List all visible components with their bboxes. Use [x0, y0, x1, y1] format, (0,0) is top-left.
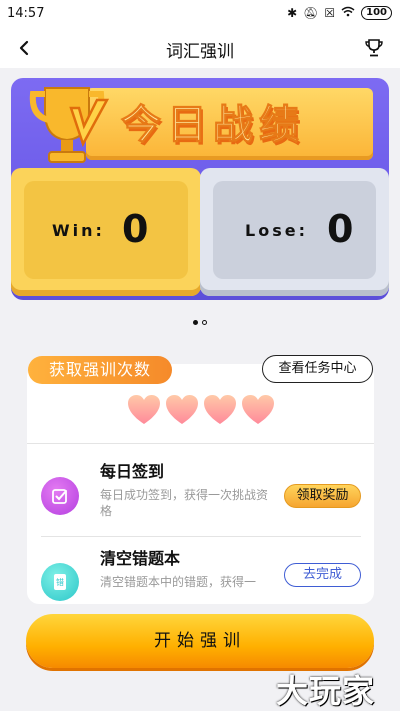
chevron-left-icon	[19, 40, 29, 56]
battery-icon: 100	[361, 6, 392, 20]
task-description: 每日成功签到，获得一次挑战资格	[100, 488, 269, 518]
notebook-icon: 错	[41, 563, 79, 601]
trophy-icon	[365, 39, 383, 57]
win-value: 0	[122, 207, 149, 251]
task-item-clear-mistakes: 错 清空错题本 清空错题本中的错题，获得一 去完成	[27, 537, 374, 604]
task-header-pill: 获取强训次数	[28, 356, 172, 384]
heart-icon	[128, 395, 160, 424]
gold-trophy-icon	[29, 87, 110, 163]
wifi-icon	[341, 6, 355, 20]
task-center-button[interactable]: 查看任务中心	[262, 355, 373, 383]
lose-label: Lose:	[245, 221, 308, 240]
sim-icon: ☒	[324, 6, 336, 20]
mute-icon: 🔕︎	[303, 6, 319, 20]
task-title: 每日签到	[100, 462, 165, 481]
trophy-button[interactable]	[360, 34, 388, 62]
lose-value: 0	[327, 207, 354, 251]
win-label: Win:	[52, 221, 105, 240]
win-panel: Win: 0	[11, 168, 201, 296]
back-button[interactable]	[10, 32, 38, 64]
bluetooth-icon: ✱	[287, 6, 298, 20]
task-item-checkin: 每日签到 每日成功签到，获得一次挑战资格 领取奖励	[27, 444, 374, 534]
start-training-button[interactable]: 开始强训	[26, 614, 374, 668]
pager-dots	[0, 320, 400, 325]
go-complete-button[interactable]: 去完成	[284, 563, 361, 587]
today-record-title: 今日战绩	[121, 102, 305, 149]
status-bar: 14:57 ✱ 🔕︎ ☒ 100	[0, 0, 400, 28]
status-time: 14:57	[7, 6, 45, 21]
heart-icon	[166, 395, 198, 424]
task-title: 清空错题本	[100, 549, 181, 568]
nav-bar: 词汇强训	[0, 28, 400, 68]
svg-text:错: 错	[56, 577, 64, 587]
task-card: 每日签到 每日成功签到，获得一次挑战资格 领取奖励 错 清空错题本 清空错题本中…	[27, 364, 374, 604]
pager-dot-active[interactable]	[193, 320, 198, 325]
task-description: 清空错题本中的错题，获得一	[100, 575, 257, 589]
status-icons: ✱ 🔕︎ ☒ 100	[287, 6, 392, 20]
pager-dot[interactable]	[202, 320, 207, 325]
score-card[interactable]: 今日战绩 Win: 0 Lose: 0	[11, 78, 389, 300]
heart-icon	[204, 395, 236, 424]
watermark: 大玩家	[276, 672, 376, 710]
hearts-row	[127, 394, 275, 426]
claim-reward-button[interactable]: 领取奖励	[284, 484, 361, 508]
lose-panel: Lose: 0	[200, 168, 389, 296]
page-title: 词汇强训	[166, 42, 234, 62]
checkin-icon	[41, 477, 79, 515]
heart-icon	[242, 395, 274, 424]
